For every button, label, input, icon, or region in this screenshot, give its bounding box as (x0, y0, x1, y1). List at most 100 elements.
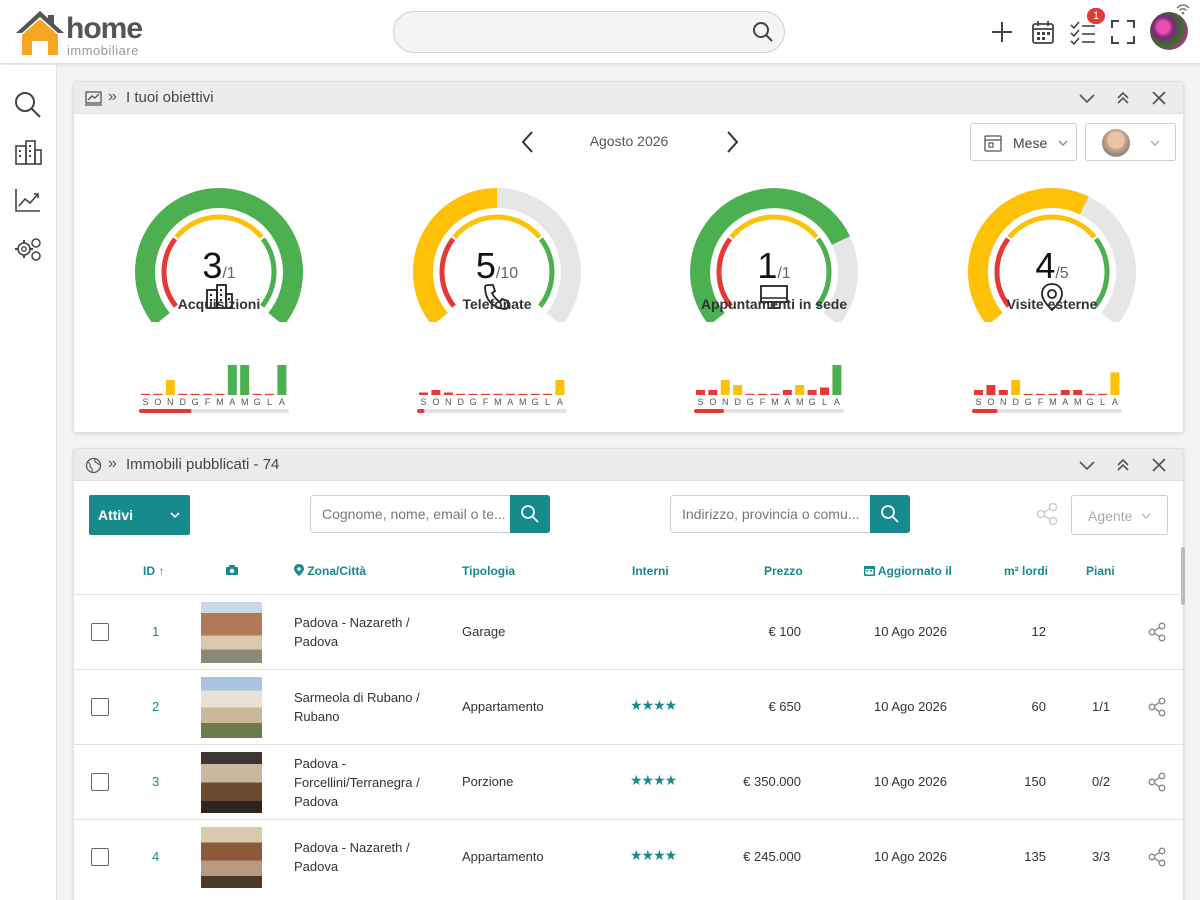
month-letter: O (432, 397, 439, 407)
search-icon[interactable] (752, 21, 774, 43)
table-row[interactable]: 2 Sarmeola di Rubano / Rubano Appartamento ★… (74, 669, 1183, 744)
listing-panel: » Immobili pubblicati - 74 Attivi Cognom… (73, 448, 1185, 900)
calendar-icon[interactable] (1029, 18, 1057, 46)
notification-badge: 1 (1087, 8, 1105, 24)
column-header-floors[interactable]: Piani (1086, 564, 1115, 578)
month-letter: O (987, 397, 994, 407)
chevron-down-icon[interactable] (1077, 88, 1097, 108)
global-search-input[interactable] (393, 11, 785, 53)
column-header-updated[interactable]: Aggiornato il (864, 564, 952, 578)
plus-icon[interactable] (988, 18, 1016, 46)
contact-search-box (310, 495, 550, 533)
close-icon[interactable] (1149, 88, 1169, 108)
table-row[interactable]: 1 Padova - Nazareth / Padova Garage € 100 10 … (74, 594, 1183, 669)
property-id-link[interactable]: 3 (152, 772, 159, 791)
contact-search-input[interactable] (311, 496, 511, 532)
period-select[interactable]: Mese (970, 123, 1077, 161)
table-row[interactable]: 3 Padova - Forcellini/Terranegra / Padova Po… (74, 744, 1183, 819)
progress-fill (694, 409, 724, 413)
property-photo[interactable] (201, 677, 262, 738)
close-icon[interactable] (1149, 455, 1169, 475)
property-photo[interactable] (201, 752, 262, 813)
gauge-label: Acquisizioni (177, 296, 261, 312)
property-photo[interactable] (201, 602, 262, 663)
chevron-down-icon[interactable] (1077, 455, 1097, 475)
panel-title: Immobili pubblicati - 74 (126, 456, 280, 473)
logo[interactable]: home immobiliare (12, 5, 162, 59)
share-icon[interactable] (1147, 622, 1167, 642)
property-id-link[interactable]: 1 (152, 622, 159, 641)
month-letter: F (1038, 397, 1044, 407)
column-header-price[interactable]: Prezzo (764, 564, 803, 578)
property-floors: 0/2 (1092, 774, 1111, 789)
buildings-icon[interactable] (13, 138, 43, 168)
double-chevron-up-icon[interactable] (1113, 88, 1133, 108)
address-search-input[interactable] (671, 496, 871, 532)
month-letter: L (1100, 397, 1105, 407)
gears-icon[interactable] (13, 234, 43, 264)
property-id-link[interactable]: 2 (152, 697, 159, 716)
column-header-sqm[interactable]: m² lordi (1004, 564, 1048, 578)
property-price: € 650 (768, 699, 801, 714)
agent-avatar (1102, 129, 1130, 157)
trend-chart-icon[interactable] (13, 186, 43, 216)
search-icon[interactable] (13, 90, 43, 120)
camera-icon[interactable] (225, 564, 239, 576)
double-chevron-up-icon[interactable] (1113, 455, 1133, 475)
history-bar (745, 393, 755, 395)
column-header-interni[interactable]: Interni (632, 564, 669, 578)
month-letter: G (1025, 397, 1032, 407)
status-filter-dropdown[interactable]: Attivi (89, 495, 190, 535)
gauge-target: /10 (495, 265, 519, 282)
property-id-link[interactable]: 4 (152, 847, 159, 866)
gauge-scale-segment (452, 214, 542, 239)
property-zone-line: Forcellini/Terranegra / (294, 774, 420, 790)
month-letter: N (167, 397, 174, 407)
property-type: Garage (462, 624, 506, 639)
agent-filter-dropdown[interactable]: Agente (1071, 495, 1168, 535)
month-letter: G (809, 397, 816, 407)
month-letter: A (557, 397, 563, 407)
fullscreen-icon[interactable] (1109, 18, 1137, 46)
history-bar (733, 385, 743, 395)
user-avatar[interactable] (1150, 12, 1188, 50)
share-icon[interactable] (1147, 772, 1167, 792)
property-photo[interactable] (201, 827, 262, 888)
property-updated-date: 10 Ago 2026 (874, 624, 948, 639)
location-pin-icon (294, 564, 304, 576)
row-checkbox[interactable] (91, 623, 109, 641)
title-separator: » (108, 88, 117, 105)
history-bar (555, 380, 565, 395)
share-icon[interactable] (1035, 502, 1059, 526)
gauge-value-number: 1 (757, 245, 778, 286)
share-icon[interactable] (1147, 847, 1167, 867)
month-letter: M (216, 397, 224, 407)
column-header-type[interactable]: Tipologia (462, 564, 515, 578)
history-bar (165, 380, 175, 395)
column-header-id[interactable]: ID ↑ (143, 564, 164, 578)
contact-search-button[interactable] (510, 495, 550, 533)
agent-select[interactable] (1085, 123, 1176, 161)
top-bar: home immobiliare 1 (0, 0, 1200, 64)
property-zone-line: Padova - Nazareth / (294, 840, 410, 855)
next-month-chevron-icon[interactable] (722, 130, 742, 154)
month-label: Agosto 2026 (589, 133, 669, 149)
month-letter: M (494, 397, 502, 407)
history-bar (1110, 372, 1120, 395)
table-row[interactable]: 4 Padova - Nazareth / Padova Appartamento ★★… (74, 819, 1183, 894)
row-checkbox[interactable] (91, 848, 109, 866)
calendar-icon (864, 566, 875, 576)
row-checkbox[interactable] (91, 698, 109, 716)
address-search-button[interactable] (870, 495, 910, 533)
sidebar (0, 65, 57, 900)
row-checkbox[interactable] (91, 773, 109, 791)
month-letter: S (697, 397, 703, 407)
share-icon[interactable] (1147, 697, 1167, 717)
column-header-zone[interactable]: Zona/Città (294, 564, 366, 578)
month-letter: G (192, 397, 199, 407)
month-letter: D (179, 397, 186, 407)
previous-month-chevron-icon[interactable] (518, 130, 538, 154)
history-bar (974, 390, 983, 395)
property-zone-line: Sarmeola di Rubano / (294, 690, 420, 705)
history-bar (518, 393, 528, 395)
